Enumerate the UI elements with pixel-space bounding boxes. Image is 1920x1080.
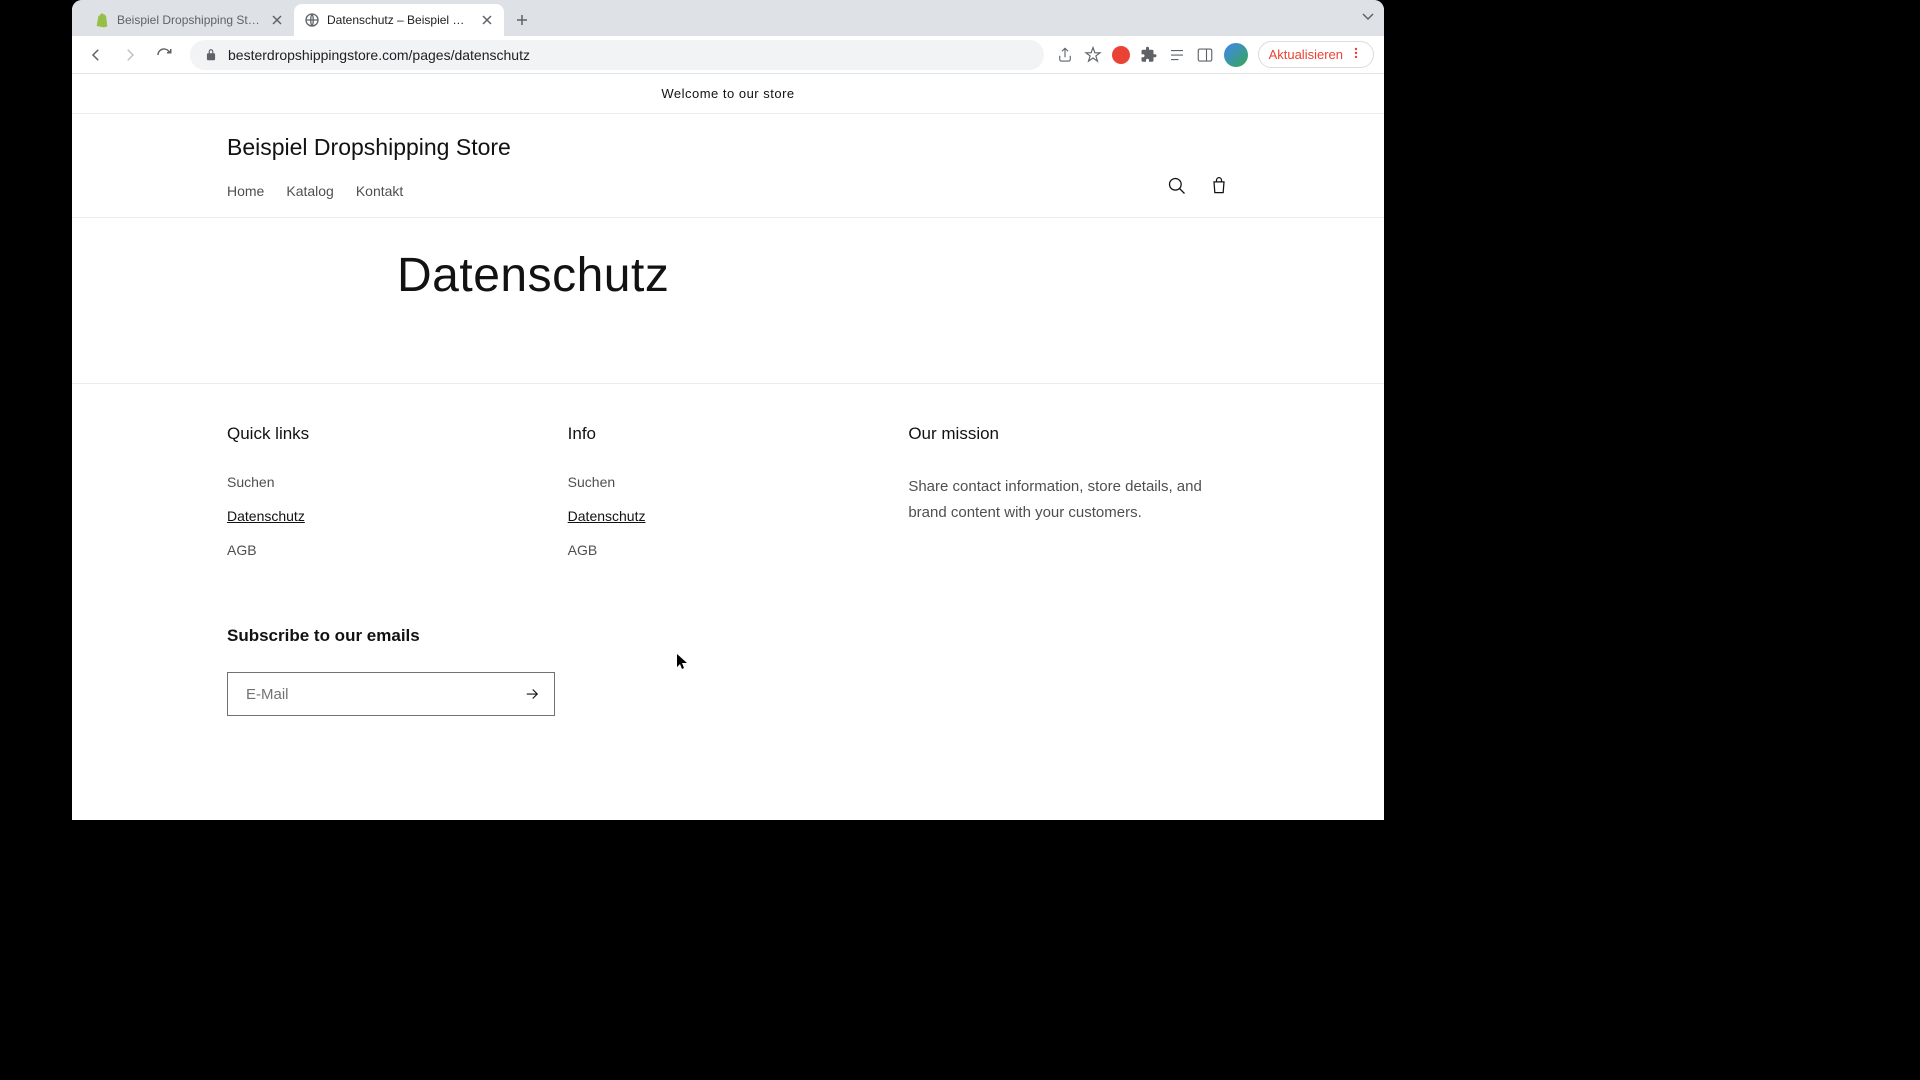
reload-button[interactable]	[150, 41, 178, 69]
footer-heading: Our mission	[908, 424, 1229, 444]
main-content: Datenschutz	[72, 218, 1384, 383]
update-button[interactable]: Aktualisieren	[1258, 41, 1374, 68]
footer-heading: Quick links	[227, 424, 548, 444]
subscribe-heading: Subscribe to our emails	[227, 626, 1229, 646]
announcement-bar: Welcome to our store	[72, 74, 1384, 114]
bookmark-icon[interactable]	[1084, 46, 1102, 64]
footer-link-suchen[interactable]: Suchen	[227, 474, 274, 490]
footer-col-info: Info Suchen Datenschutz AGB	[568, 424, 889, 576]
footer-col-quicklinks: Quick links Suchen Datenschutz AGB	[227, 424, 548, 576]
profile-avatar[interactable]	[1224, 43, 1248, 67]
email-input[interactable]	[228, 673, 510, 715]
share-icon[interactable]	[1056, 46, 1074, 64]
announcement-text: Welcome to our store	[661, 86, 794, 101]
main-nav: Home Katalog Kontakt	[227, 183, 1229, 217]
tab-bar: Beispiel Dropshipping Store · F Datensch…	[72, 0, 1384, 36]
browser-tab-1[interactable]: Datenschutz – Beispiel Dropsh	[294, 4, 504, 36]
menu-dots-icon	[1349, 46, 1363, 63]
browser-window: Beispiel Dropshipping Store · F Datensch…	[72, 0, 1384, 820]
footer-link-suchen[interactable]: Suchen	[568, 474, 615, 490]
site-header: Beispiel Dropshipping Store Home Katalog…	[72, 114, 1384, 217]
nav-link-home[interactable]: Home	[227, 183, 264, 199]
footer-link-datenschutz[interactable]: Datenschutz	[227, 508, 305, 524]
footer-links: Suchen Datenschutz AGB	[227, 474, 548, 560]
globe-favicon-icon	[304, 12, 320, 28]
page-title: Datenschutz	[397, 248, 1229, 303]
footer-col-mission: Our mission Share contact information, s…	[908, 424, 1229, 576]
cart-icon[interactable]	[1209, 176, 1229, 196]
toolbar-right: Aktualisieren	[1056, 41, 1374, 68]
footer-link-agb[interactable]: AGB	[568, 542, 598, 558]
window-controls	[1360, 8, 1376, 24]
new-tab-button[interactable]	[508, 6, 536, 34]
back-button[interactable]	[82, 41, 110, 69]
tab-title: Datenschutz – Beispiel Dropsh	[327, 13, 473, 27]
scroll-area[interactable]: Welcome to our store Beispiel Dropshippi…	[72, 74, 1384, 820]
chevron-down-icon[interactable]	[1360, 8, 1376, 24]
subscribe-section: Subscribe to our emails	[72, 626, 1384, 776]
page-content: Welcome to our store Beispiel Dropshippi…	[72, 74, 1384, 820]
site-footer: Quick links Suchen Datenschutz AGB Info …	[72, 383, 1384, 626]
footer-link-datenschutz[interactable]: Datenschutz	[568, 508, 646, 524]
store-logo[interactable]: Beispiel Dropshipping Store	[227, 134, 1229, 161]
reading-list-icon[interactable]	[1168, 46, 1186, 64]
side-panel-icon[interactable]	[1196, 46, 1214, 64]
footer-link-agb[interactable]: AGB	[227, 542, 257, 558]
url-text: besterdropshippingstore.com/pages/datens…	[228, 47, 530, 63]
extensions-icon[interactable]	[1140, 46, 1158, 64]
nav-link-kontakt[interactable]: Kontakt	[356, 183, 403, 199]
close-icon[interactable]	[480, 13, 494, 27]
mission-text: Share contact information, store details…	[908, 474, 1229, 525]
footer-heading: Info	[568, 424, 889, 444]
lock-icon	[204, 48, 218, 62]
browser-toolbar: besterdropshippingstore.com/pages/datens…	[72, 36, 1384, 74]
extension-red-icon[interactable]	[1112, 46, 1130, 64]
shopify-favicon-icon	[94, 12, 110, 28]
close-icon[interactable]	[270, 13, 284, 27]
update-label: Aktualisieren	[1269, 47, 1343, 62]
email-form	[227, 672, 555, 716]
footer-links: Suchen Datenschutz AGB	[568, 474, 889, 560]
email-submit-button[interactable]	[510, 673, 554, 715]
tab-title: Beispiel Dropshipping Store · F	[117, 13, 263, 27]
forward-button[interactable]	[116, 41, 144, 69]
address-bar[interactable]: besterdropshippingstore.com/pages/datens…	[190, 40, 1044, 70]
header-icons	[1167, 176, 1229, 196]
browser-tab-0[interactable]: Beispiel Dropshipping Store · F	[84, 4, 294, 36]
nav-link-katalog[interactable]: Katalog	[286, 183, 333, 199]
search-icon[interactable]	[1167, 176, 1187, 196]
